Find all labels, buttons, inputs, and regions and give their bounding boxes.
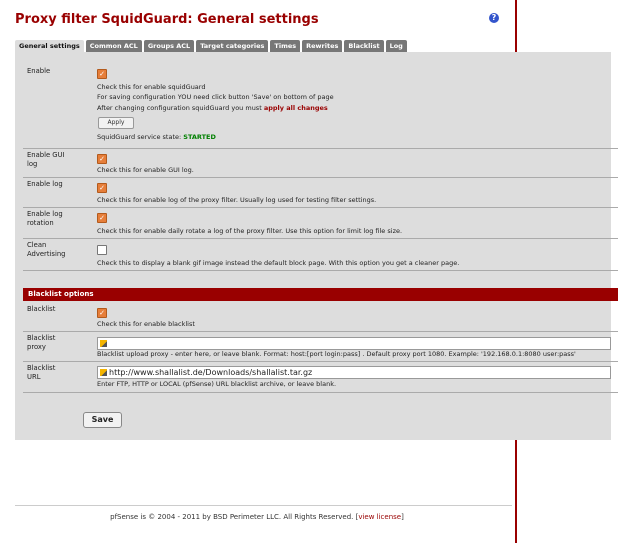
- row-blacklist-url: Blacklist URL http://www.shallalist.de/Do…: [23, 361, 618, 393]
- footer-copyright: pfSense is © 2004 - 2011 by BSD Perimete…: [110, 513, 359, 521]
- tab-blacklist[interactable]: Blacklist: [344, 40, 384, 52]
- blacklist-label: Blacklist: [27, 305, 56, 313]
- view-license-link[interactable]: view license: [358, 513, 401, 521]
- settings-panel: Enable ✓ Check this for enable squidGuar…: [15, 52, 618, 440]
- gui-log-label-2: log: [27, 160, 38, 168]
- enable-checkbox[interactable]: ✓: [97, 69, 107, 79]
- gui-log-label-1: Enable GUI: [27, 151, 65, 159]
- pencil-icon: [100, 340, 107, 347]
- tab-general-settings[interactable]: General settings: [15, 40, 84, 52]
- help-icon[interactable]: ?: [489, 13, 499, 23]
- row-log: Enable log ✓ Check this for enable log o…: [23, 177, 618, 208]
- clean-adv-label: Clean Advertising: [27, 241, 77, 259]
- tab-bar: General settings Common ACL Groups ACL T…: [15, 40, 409, 52]
- row-blacklist: Blacklist ✓ Check this for enable blackl…: [23, 302, 618, 332]
- enable-note-save: For saving configuration YOU need click …: [97, 93, 334, 101]
- clean-adv-desc: Check this to display a blank gif image …: [97, 259, 460, 267]
- enable-desc: Check this for enable squidGuard: [97, 83, 206, 91]
- clean-adv-label-1: Clean: [27, 241, 47, 249]
- blacklist-proxy-desc: Blacklist upload proxy - enter here, or …: [97, 350, 576, 358]
- blacklist-url-desc: Enter FTP, HTTP or LOCAL (pfSense) URL b…: [97, 380, 337, 388]
- log-rotation-label-2: rotation: [27, 219, 54, 227]
- log-checkbox[interactable]: ✓: [97, 183, 107, 193]
- clean-adv-checkbox[interactable]: [97, 245, 107, 255]
- footer-close-bracket: ]: [401, 513, 404, 521]
- tab-rewrites[interactable]: Rewrites: [302, 40, 343, 52]
- log-desc: Check this for enable log of the proxy f…: [97, 196, 377, 204]
- gui-log-desc: Check this for enable GUI log.: [97, 166, 194, 174]
- footer-divider: [15, 505, 512, 506]
- row-clean-advertising: Clean Advertising Check this to display a…: [23, 238, 618, 271]
- apply-all-changes-link[interactable]: apply all changes: [264, 104, 328, 112]
- tab-target-categories[interactable]: Target categories: [196, 40, 269, 52]
- blacklist-url-label-2: URL: [27, 373, 41, 381]
- clean-adv-label-2: Advertising: [27, 250, 66, 258]
- tab-times[interactable]: Times: [270, 40, 301, 52]
- blacklist-proxy-label-2: proxy: [27, 343, 46, 351]
- page-title: Proxy filter SquidGuard: General setting…: [15, 12, 319, 27]
- blacklist-url-label: Blacklist URL: [27, 364, 77, 382]
- blacklist-url-value: http://www.shallalist.de/Downloads/shall…: [109, 368, 313, 377]
- blacklist-checkbox[interactable]: ✓: [97, 308, 107, 318]
- service-state: SquidGuard service state: STARTED: [97, 133, 216, 141]
- log-label: Enable log: [27, 180, 63, 188]
- enable-label: Enable: [27, 67, 51, 75]
- apply-note-prefix: After changing configuration squidGuard …: [97, 104, 264, 112]
- row-blacklist-proxy: Blacklist proxy Blacklist upload proxy - …: [23, 331, 618, 362]
- tab-log[interactable]: Log: [385, 40, 407, 52]
- tab-groups-acl[interactable]: Groups ACL: [143, 40, 195, 52]
- blacklist-desc: Check this for enable blacklist: [97, 320, 195, 328]
- save-button[interactable]: Save: [83, 412, 122, 428]
- tab-common-acl[interactable]: Common ACL: [85, 40, 142, 52]
- blacklist-proxy-label: Blacklist proxy: [27, 334, 77, 352]
- row-enable: Enable ✓ Check this for enable squidGuar…: [23, 64, 618, 149]
- blacklist-url-label-1: Blacklist: [27, 364, 56, 372]
- gui-log-label: Enable GUI log: [27, 151, 77, 169]
- blacklist-proxy-label-1: Blacklist: [27, 334, 56, 342]
- blacklist-proxy-input[interactable]: [97, 337, 611, 350]
- row-log-rotation: Enable log rotation ✓ Check this for enab…: [23, 207, 618, 239]
- apply-button[interactable]: Apply: [98, 117, 134, 129]
- log-rotation-label-1: Enable log: [27, 210, 63, 218]
- log-rotation-desc: Check this for enable daily rotate a log…: [97, 227, 403, 235]
- gui-log-checkbox[interactable]: ✓: [97, 154, 107, 164]
- log-rotation-label: Enable log rotation: [27, 210, 77, 228]
- log-rotation-checkbox[interactable]: ✓: [97, 213, 107, 223]
- pencil-icon: [100, 369, 107, 376]
- service-state-label: SquidGuard service state:: [97, 133, 184, 141]
- blacklist-url-input[interactable]: http://www.shallalist.de/Downloads/shall…: [97, 366, 611, 379]
- enable-note-apply: After changing configuration squidGuard …: [97, 104, 328, 112]
- row-gui-log: Enable GUI log ✓ Check this for enable GU…: [23, 148, 618, 178]
- blacklist-options-header: Blacklist options: [23, 288, 618, 301]
- footer: pfSense is © 2004 - 2011 by BSD Perimete…: [0, 513, 514, 521]
- page: Proxy filter SquidGuard: General setting…: [0, 0, 618, 543]
- status-badge: STARTED: [183, 133, 216, 141]
